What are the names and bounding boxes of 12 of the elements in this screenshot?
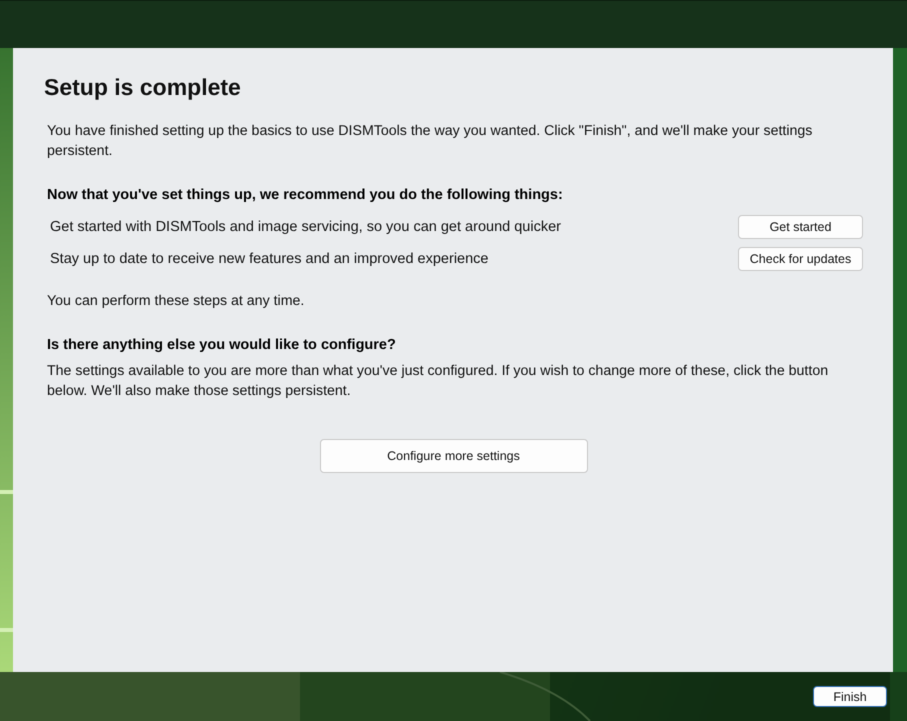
recommendation-text: Stay up to date to receive new features and an improved experience xyxy=(50,251,488,267)
configure-text: The settings available to you are more than what you've just configured. If you wish to change more of these, click the button below. We'll also make those settings persistent. xyxy=(47,362,830,401)
finish-button[interactable]: Finish xyxy=(813,686,887,707)
intro-text: You have finished setting up the basics to use DISMTools the way you wanted. Click "Finish", and we'll make your settings persistent. xyxy=(47,122,814,161)
recommendation-text: Get started with DISMTools and image servicing, so you can get around quicker xyxy=(50,219,561,235)
recommendation-button[interactable]: Check for updates xyxy=(738,247,863,271)
anytime-note: You can perform these steps at any time. xyxy=(47,292,306,311)
configure-heading: Is there anything else you would like to configure? xyxy=(47,337,397,353)
configure-button[interactable]: Configure more settings xyxy=(320,439,588,473)
recommend-heading: Now that you've set things up, we recommend you do the following things: xyxy=(47,187,564,203)
recommendation-button[interactable]: Get started xyxy=(738,215,863,239)
page-title: Setup is complete xyxy=(44,74,242,101)
